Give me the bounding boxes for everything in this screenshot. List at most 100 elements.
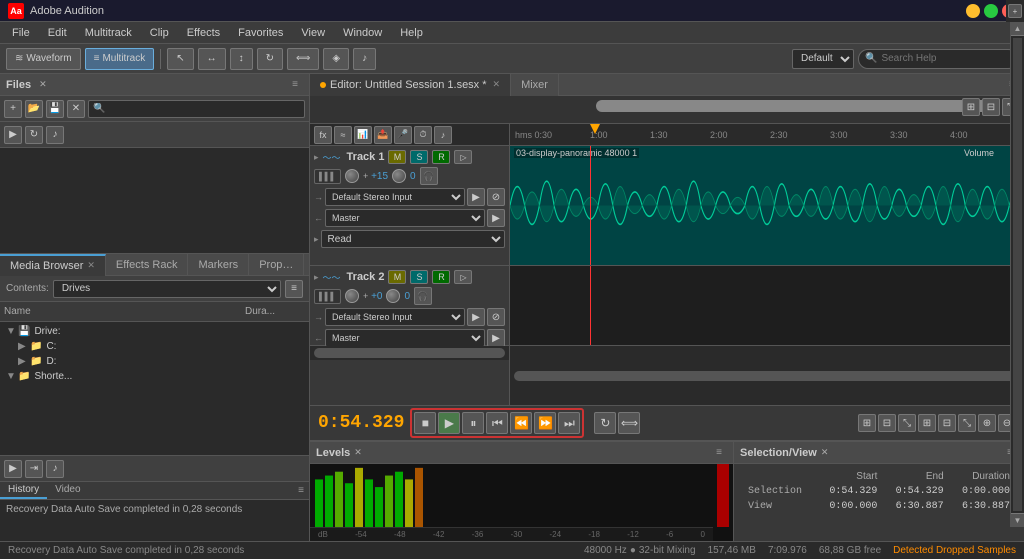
files-new-btn[interactable]: + xyxy=(4,100,22,118)
tab-media-browser[interactable]: Media Browser ✕ xyxy=(0,254,106,276)
zoom-btn-e[interactable]: ⊟ xyxy=(938,414,956,432)
track-2-input-btn[interactable]: ▶ xyxy=(467,308,485,326)
tool-btn-6[interactable]: ◈ xyxy=(323,48,349,70)
track-scrollbar[interactable] xyxy=(314,348,505,358)
track-2-output-select[interactable]: Master xyxy=(325,329,485,347)
mixer-tab[interactable]: Mixer xyxy=(511,74,559,96)
menu-favorites[interactable]: Favorites xyxy=(230,25,291,41)
scroll-thumb-v[interactable] xyxy=(1013,124,1022,405)
files-vol-btn[interactable]: ♪ xyxy=(46,126,64,144)
track-2-expand[interactable]: ▸ xyxy=(314,272,319,283)
track-2-waveform[interactable] xyxy=(510,266,1024,346)
track-2-output-btn[interactable]: ▶ xyxy=(487,329,505,347)
tool-btn-4[interactable]: ↻ xyxy=(257,48,283,70)
track-1-pan-level[interactable]: 0 xyxy=(410,171,416,182)
media-play-btn[interactable]: ▶ xyxy=(4,460,22,478)
track-1-mute-btn[interactable]: M xyxy=(388,150,406,164)
scroll-thumb[interactable] xyxy=(596,100,996,112)
waveform-btn[interactable]: ≋ Waveform xyxy=(6,48,81,70)
track-1-waveform[interactable]: 03-display-panoramic 48000 1 Volume xyxy=(510,146,1024,266)
track-1-input-btn[interactable]: ▶ xyxy=(467,188,485,206)
tc-btn-fx[interactable]: fx xyxy=(314,126,332,144)
track-2-solo-btn[interactable]: S xyxy=(410,270,428,284)
editor-tab-session[interactable]: Editor: Untitled Session 1.sesx * ✕ xyxy=(310,74,511,96)
tree-item-c[interactable]: ▶ 📁 C: xyxy=(2,339,307,354)
zoom-btn-2[interactable]: ⊟ xyxy=(982,98,1000,116)
sel-start-view[interactable]: 0:00.000 xyxy=(817,500,881,513)
track-1-mute-input-btn[interactable]: ⊘ xyxy=(487,188,505,206)
tree-item-shortcuts[interactable]: ▼ 📁 Shorte... xyxy=(2,369,307,384)
track-1-record-btn[interactable]: R xyxy=(432,150,450,164)
track-1-volume-knob[interactable] xyxy=(345,169,359,183)
go-end-btn[interactable]: ⏭ xyxy=(558,412,580,434)
maximize-button[interactable] xyxy=(984,4,998,18)
tool-btn-7[interactable]: ♪ xyxy=(353,48,376,70)
sel-end-selection[interactable]: 0:54.329 xyxy=(883,485,947,498)
tab-video[interactable]: Video xyxy=(47,482,88,499)
fast-forward-btn[interactable]: ⏩ xyxy=(534,412,556,434)
files-save-btn[interactable]: 💾 xyxy=(46,100,64,118)
zoom-btn-c[interactable]: ⤡ xyxy=(898,414,916,432)
files-delete-btn[interactable]: ✕ xyxy=(67,100,85,118)
track-2-mute-input-btn[interactable]: ⊘ xyxy=(487,308,505,326)
track-1-solo-btn[interactable]: S xyxy=(410,150,428,164)
track-2-record-btn[interactable]: R xyxy=(432,270,450,284)
go-start-btn[interactable]: ⏮ xyxy=(486,412,508,434)
sync-btn[interactable]: ⟺ xyxy=(618,412,640,434)
media-vol-btn[interactable]: ♪ xyxy=(46,460,64,478)
track-1-input-select[interactable]: Default Stereo Input xyxy=(325,188,465,206)
tree-item-d[interactable]: ▶ 📁 D: xyxy=(2,354,307,369)
tab-effects-rack[interactable]: Effects Rack xyxy=(106,254,189,276)
tool-btn-3[interactable]: ↕ xyxy=(230,48,253,70)
tool-btn-5[interactable]: ⟺ xyxy=(287,48,319,70)
workspace-select[interactable]: Default xyxy=(792,49,854,69)
loop-btn[interactable]: ↻ xyxy=(594,412,616,434)
tab-prop[interactable]: Prop… xyxy=(249,254,304,276)
files-play-btn[interactable]: ▶ xyxy=(4,126,22,144)
track-2-pan-level[interactable]: 0 xyxy=(404,291,410,302)
files-open-btn[interactable]: 📂 xyxy=(25,100,43,118)
play-btn[interactable]: ▶ xyxy=(438,412,460,434)
files-loop-btn[interactable]: ↻ xyxy=(25,126,43,144)
pause-btn[interactable]: ⏸ xyxy=(462,412,484,434)
track-2-pan-knob[interactable] xyxy=(386,289,400,303)
menu-window[interactable]: Window xyxy=(335,25,390,41)
rewind-btn[interactable]: ⏪ xyxy=(510,412,532,434)
track-1-headphone-btn[interactable]: 🎧 xyxy=(420,167,438,185)
track-1-pan-knob[interactable] xyxy=(392,169,406,183)
sel-end-view[interactable]: 6:30.887 xyxy=(883,500,947,513)
tab-media-browser-close[interactable]: ✕ xyxy=(87,260,95,271)
tab-history[interactable]: History xyxy=(0,482,47,499)
media-menu-btn[interactable]: ≡ xyxy=(285,280,303,298)
track-2-extra-btn[interactable]: ▷ xyxy=(454,270,472,284)
zoom-btn-g[interactable]: ⊕ xyxy=(978,414,996,432)
levels-menu-btn[interactable]: ≡ xyxy=(711,445,727,461)
track-2-volume-knob[interactable] xyxy=(345,289,359,303)
track-2-input-select[interactable]: Default Stereo Input xyxy=(325,308,465,326)
minimize-button[interactable] xyxy=(966,4,980,18)
tc-btn-out[interactable]: 📤 xyxy=(374,126,392,144)
zoom-btn-f[interactable]: ⤡ xyxy=(958,414,976,432)
files-search-input[interactable] xyxy=(88,100,305,118)
track-2-mute-btn[interactable]: M xyxy=(388,270,406,284)
zoom-btn-a[interactable]: ⊞ xyxy=(858,414,876,432)
zoom-btn-1[interactable]: ⊞ xyxy=(962,98,980,116)
search-input[interactable] xyxy=(881,53,1001,64)
track-1-output-btn[interactable]: ▶ xyxy=(487,209,505,227)
files-panel-menu-btn[interactable]: ≡ xyxy=(287,77,303,93)
tool-btn-2[interactable]: ↔ xyxy=(198,48,226,70)
tree-item-drives[interactable]: ▼ 💾 Drive: xyxy=(2,324,307,339)
track-1-expand[interactable]: ▸ xyxy=(314,152,319,163)
tc-btn-midi[interactable]: ♪ xyxy=(434,126,452,144)
waveform-scrollbar-h[interactable] xyxy=(514,371,1020,381)
stop-btn[interactable]: ■ xyxy=(414,412,436,434)
zoom-btn-b[interactable]: ⊟ xyxy=(878,414,896,432)
menu-edit[interactable]: Edit xyxy=(40,25,75,41)
zoom-btn-d[interactable]: ⊞ xyxy=(918,414,936,432)
menu-file[interactable]: File xyxy=(4,25,38,41)
menu-clip[interactable]: Clip xyxy=(142,25,177,41)
menu-help[interactable]: Help xyxy=(392,25,431,41)
track-1-mode-select[interactable]: Read xyxy=(321,230,505,248)
history-panel-menu-btn[interactable]: ≡ xyxy=(293,482,309,498)
track-2-headphone-btn[interactable]: 🎧 xyxy=(414,287,432,305)
